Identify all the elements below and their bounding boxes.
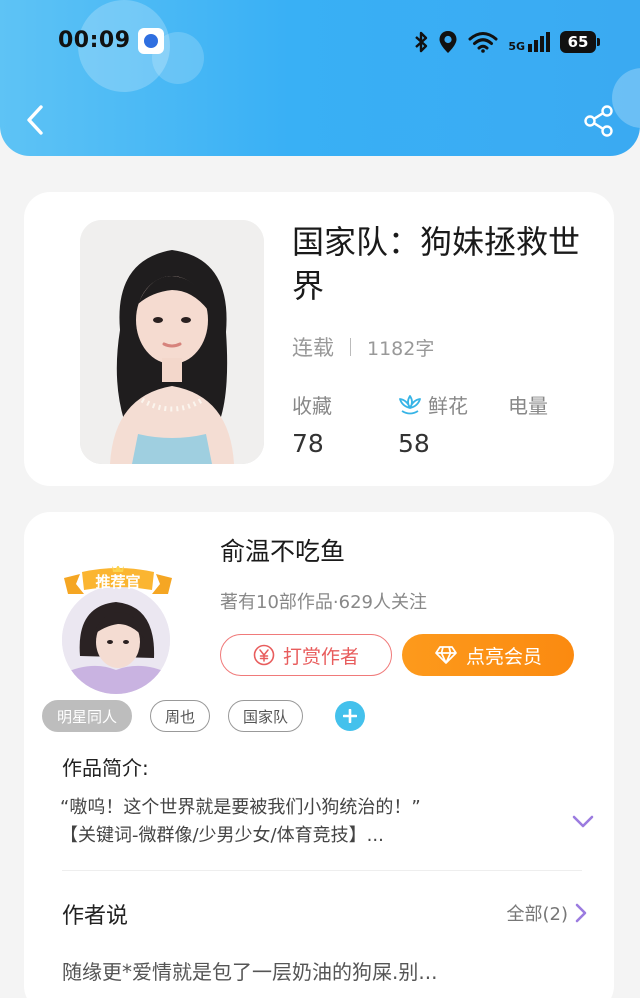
stat-label: 收藏: [292, 394, 332, 418]
tag-item[interactable]: 国家队: [228, 700, 304, 732]
word-count: 1182字: [367, 337, 435, 360]
back-button[interactable]: [20, 102, 50, 138]
avatar-image: [62, 586, 170, 694]
flower-icon: [399, 394, 421, 414]
author-name[interactable]: 俞温不吃鱼: [220, 532, 345, 568]
cover-portrait-image: [80, 220, 264, 464]
stat-label: 鲜花: [428, 394, 468, 418]
tip-author-label: 打赏作者: [282, 645, 359, 668]
battery-icon: 65: [560, 31, 600, 53]
chevron-right-icon: [575, 903, 587, 923]
badge-label: 推荐官: [95, 573, 141, 591]
intro-line: “嗷呜！这个世界就是要被我们小狗统治的！”: [60, 797, 421, 818]
stat-value: 78: [292, 429, 324, 458]
bluetooth-icon: [415, 31, 428, 53]
author-says-view-all[interactable]: 全部(2): [507, 900, 589, 926]
book-info-card: 国家队：狗妹拯救世界 连载 1182字 收藏 78 鲜花 58 电量: [24, 192, 614, 486]
stat-flowers[interactable]: 鲜花 58: [398, 390, 468, 458]
back-arrow-icon: [27, 105, 43, 135]
stat-label: 电量: [508, 394, 548, 418]
header-bar: 00:09 5G 65: [0, 0, 640, 156]
app-notification-icon: [138, 28, 164, 54]
stat-power[interactable]: 电量: [508, 390, 548, 429]
book-cover[interactable]: [80, 220, 264, 464]
expand-intro-button[interactable]: [570, 808, 596, 834]
stat-favorites[interactable]: 收藏 78: [292, 390, 332, 458]
author-says-text[interactable]: 随缘更*爱情就是包了一层奶油的狗屎.别...: [62, 956, 437, 985]
author-card: 推荐官 俞温不吃鱼 著有10部作品·629人关注 打赏作者 点亮会员 明星同人 …: [24, 512, 614, 998]
cellular-signal-icon: 5G: [508, 32, 550, 52]
intro-line: 【关键词-微群像/少男少女/体育竞技】...: [60, 825, 384, 846]
view-all-label: 全部(2): [506, 904, 569, 925]
serial-status: 连载: [292, 336, 334, 360]
avatar: [62, 586, 170, 694]
header-decoration: [612, 68, 640, 128]
network-type: 5G: [508, 40, 525, 53]
share-icon: [584, 105, 613, 137]
author-avatar-group[interactable]: 推荐官: [58, 565, 178, 694]
author-meta: 著有10部作品·629人关注: [220, 592, 427, 613]
stat-value: 58: [398, 429, 430, 458]
recommender-badge: 推荐官: [62, 565, 174, 600]
location-icon: [439, 31, 457, 53]
tip-author-button[interactable]: 打赏作者: [220, 634, 392, 676]
plus-icon: [343, 709, 358, 723]
battery-level: 65: [567, 33, 589, 51]
activate-vip-button[interactable]: 点亮会员: [402, 634, 574, 676]
add-tag-button[interactable]: [335, 701, 366, 731]
status-time: 00:09: [58, 28, 131, 53]
intro-text: “嗷呜！这个世界就是要被我们小狗统治的！” 【关键词-微群像/少男少女/体育竞技…: [60, 794, 540, 850]
yen-icon: [253, 644, 275, 666]
meta-divider: [350, 338, 351, 356]
book-title: 国家队：狗妹拯救世界: [292, 223, 581, 305]
author-says-heading: 作者说: [62, 904, 129, 929]
wifi-icon: [468, 32, 498, 53]
book-meta: 连载 1182字: [292, 332, 434, 362]
section-divider: [62, 870, 582, 871]
activate-vip-label: 点亮会员: [465, 645, 542, 668]
diamond-icon: [435, 646, 457, 664]
intro-heading: 作品简介:: [62, 756, 149, 780]
tag-item[interactable]: 周也: [150, 700, 211, 732]
tag-list: 明星同人 周也 国家队: [42, 700, 366, 732]
share-button[interactable]: [582, 104, 616, 138]
tag-item[interactable]: 明星同人: [42, 700, 133, 732]
status-icons: 5G 65: [414, 28, 600, 56]
chevron-down-icon: [572, 815, 594, 828]
